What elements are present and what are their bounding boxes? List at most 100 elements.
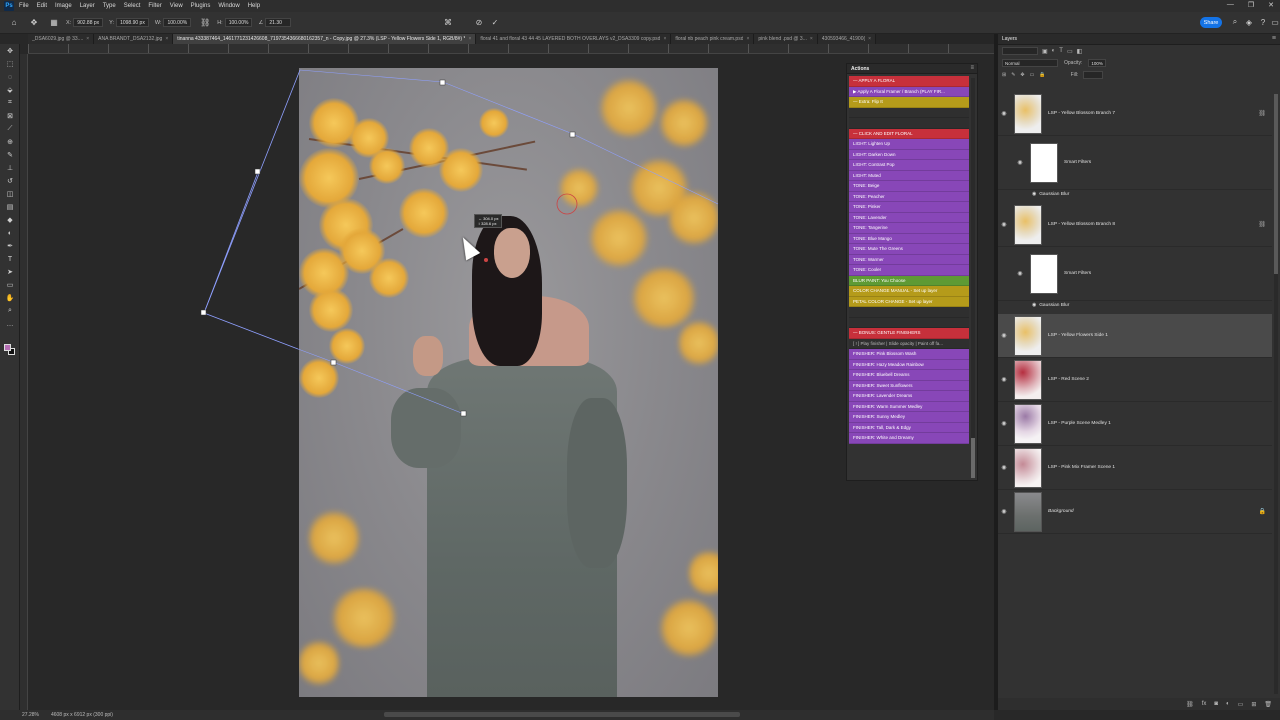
minimize-button[interactable]: — — [1227, 1, 1234, 9]
tab-close-icon[interactable]: × — [868, 36, 871, 42]
reference-point-icon[interactable]: ▦ — [48, 17, 60, 29]
layer-thumbnail[interactable] — [1014, 315, 1042, 356]
action-separator[interactable] — [849, 317, 969, 328]
document-tab[interactable]: floral nb peach pink cream.psd × — [671, 34, 755, 44]
close-button[interactable]: ✕ — [1268, 1, 1274, 9]
panel-menu-icon[interactable]: ≡ — [1272, 35, 1276, 42]
marquee-tool-icon[interactable]: ⬚ — [3, 58, 17, 70]
new-group-icon[interactable]: ▭ — [1238, 701, 1244, 708]
document-tab[interactable]: pink blend .psd @ 3... × — [754, 34, 818, 44]
menu-type[interactable]: Type — [103, 3, 116, 9]
tab-close-icon[interactable]: × — [468, 36, 471, 42]
action-item[interactable]: TONE: Pinker — [849, 202, 969, 213]
action-item[interactable]: ▶ Apply A Floral Framer / Branch (PLAY F… — [849, 86, 969, 97]
action-item[interactable]: FINISHER: Sweet Sunflowers — [849, 380, 969, 391]
object-select-tool-icon[interactable]: ⬙ — [3, 84, 17, 96]
layer-name[interactable]: LSP - Yellow Blossom Branch 7 — [1048, 111, 1115, 116]
gaussian-blur-filter-row[interactable]: ◉ Gaussian Blur — [1032, 192, 1069, 197]
visibility-eye-icon[interactable]: ◉ — [998, 110, 1010, 117]
visibility-eye-icon[interactable]: ◉ — [998, 376, 1010, 383]
panel-menu-icon[interactable]: ≡ — [970, 65, 974, 71]
action-set-header[interactable]: — BONUS: GENTLE FINISHERS — [849, 328, 969, 339]
hand-tool-icon[interactable]: ✋ — [3, 292, 17, 304]
visibility-eye-icon[interactable]: ◉ — [998, 508, 1010, 515]
action-item[interactable]: TONE: Peacher — [849, 191, 969, 202]
action-separator[interactable] — [849, 118, 969, 129]
menu-layer[interactable]: Layer — [80, 3, 95, 9]
action-separator[interactable] — [849, 307, 969, 318]
document-tab[interactable]: floral 41 and floral 43 44 45 LAYERED BO… — [476, 34, 672, 44]
tab-close-icon[interactable]: × — [165, 36, 168, 42]
menu-file[interactable]: File — [19, 3, 29, 9]
layer-thumbnail[interactable] — [1030, 253, 1058, 294]
lock-all-icon[interactable]: 🔒 — [1039, 72, 1045, 78]
action-item[interactable]: PETAL COLOR CHANGE - Set up layer — [849, 296, 969, 307]
zoom-tool-icon[interactable]: ⌕ — [3, 305, 17, 317]
photoshop-logo-icon[interactable]: Ps — [4, 1, 14, 11]
action-item[interactable]: FINISHER: Hazy Meadow Rainbow — [849, 359, 969, 370]
home-icon[interactable]: ⌂ — [8, 17, 20, 29]
layer-name[interactable]: LSP - Pink Mix Framer Scene 1 — [1048, 465, 1115, 470]
x-input[interactable]: 902.88 px — [73, 18, 104, 27]
visibility-eye-icon[interactable]: ◉ — [1032, 303, 1036, 308]
layer-name[interactable]: LSP - Purple Scene Medley 1 — [1048, 421, 1111, 426]
share-button[interactable]: Share — [1200, 17, 1222, 28]
menu-view[interactable]: View — [170, 3, 183, 9]
actions-panel-title[interactable]: Actions — [847, 64, 977, 74]
tab-close-icon[interactable]: × — [663, 36, 666, 42]
action-item[interactable]: LIGHT: Muted — [849, 170, 969, 181]
learn-icon[interactable]: ◈ — [1244, 17, 1254, 27]
pen-tool-icon[interactable]: ✒ — [3, 240, 17, 252]
action-item[interactable]: FINISHER: Lavender Dreams — [849, 391, 969, 402]
action-set-header[interactable]: — APPLY A FLORAL — [849, 76, 969, 87]
shape-tool-icon[interactable]: ▭ — [3, 279, 17, 291]
workspace-icon[interactable]: ▭ — [1270, 17, 1280, 27]
layer-row[interactable]: ◉ LSP - Yellow Blossom Branch 8 ⛓ — [998, 203, 1272, 247]
action-item[interactable]: LIGHT: Darken Down — [849, 149, 969, 160]
adjustment-filter-icon[interactable]: ◐ — [1052, 48, 1056, 54]
dodge-tool-icon[interactable]: ◐ — [3, 227, 17, 239]
layer-thumbnail[interactable] — [1014, 204, 1042, 245]
frame-tool-icon[interactable]: ⊠ — [3, 110, 17, 122]
add-mask-icon[interactable]: ◙ — [1214, 701, 1218, 707]
layer-name[interactable]: Smart Filters — [1064, 160, 1091, 165]
filter-name[interactable]: Gaussian Blur — [1039, 303, 1069, 308]
lock-pixels-icon[interactable]: ⊞ — [1002, 72, 1006, 78]
help-icon[interactable]: ? — [1258, 17, 1268, 27]
visibility-eye-icon[interactable]: ◉ — [1014, 270, 1026, 277]
layer-row[interactable]: ◉ LSP - Yellow Flowers Side 1 — [998, 314, 1272, 358]
warp-icon[interactable]: ⌘ — [443, 17, 453, 27]
cancel-transform-icon[interactable]: ⊘ — [474, 17, 484, 27]
action-item[interactable]: TONE: Blue Mango — [849, 233, 969, 244]
move-tool-icon[interactable]: ✥ — [3, 45, 17, 57]
action-item[interactable]: TONE: Beige — [849, 181, 969, 192]
layer-row[interactable]: ◉ LSP - Pink Mix Framer Scene 1 — [998, 446, 1272, 490]
menu-image[interactable]: Image — [55, 3, 72, 9]
layer-row[interactable]: ◉ LSP - Purple Scene Medley 1 — [998, 402, 1272, 446]
restore-button[interactable]: ❐ — [1248, 1, 1254, 9]
actions-scroll-thumb[interactable] — [971, 438, 975, 478]
document-tab[interactable]: ANA BRANDT_DSA2132.jpg × — [94, 34, 174, 44]
zoom-level[interactable]: 27.28% — [22, 712, 39, 718]
opacity-input[interactable]: 100% — [1088, 59, 1106, 67]
layer-thumbnail[interactable] — [1014, 403, 1042, 444]
adjustment-layer-icon[interactable]: ◐ — [1226, 701, 1230, 707]
layer-lock-icon[interactable]: 🔒 — [1259, 508, 1266, 515]
layer-row[interactable]: ◉ LSP - Yellow Blossom Branch 7 ⛓ — [998, 92, 1272, 136]
action-item[interactable]: TONE: Tangerine — [849, 223, 969, 234]
layers-scroll-thumb[interactable] — [1274, 94, 1278, 274]
layer-thumbnail[interactable] — [1030, 142, 1058, 183]
type-filter-icon[interactable]: T — [1059, 48, 1063, 54]
menu-plugins[interactable]: Plugins — [191, 3, 211, 9]
action-item[interactable]: FINISHER: Pink Blossom Wash — [849, 349, 969, 360]
layer-style-icon[interactable]: fx — [1202, 701, 1207, 707]
filter-kind-select[interactable] — [1002, 47, 1038, 55]
layer-name[interactable]: Smart Filters — [1064, 271, 1091, 276]
action-item[interactable]: [ ! ] Play finisher | Slide opacity | Pa… — [849, 338, 969, 349]
commit-transform-icon[interactable]: ✓ — [490, 17, 500, 27]
visibility-eye-icon[interactable]: ◉ — [998, 221, 1010, 228]
action-item[interactable]: FINISHER: Tall, Dark & Edgy — [849, 422, 969, 433]
healing-tool-icon[interactable]: ⊕ — [3, 136, 17, 148]
history-brush-icon[interactable]: ↺ — [3, 175, 17, 187]
gaussian-blur-filter-row[interactable]: ◉ Gaussian Blur — [1032, 303, 1069, 308]
